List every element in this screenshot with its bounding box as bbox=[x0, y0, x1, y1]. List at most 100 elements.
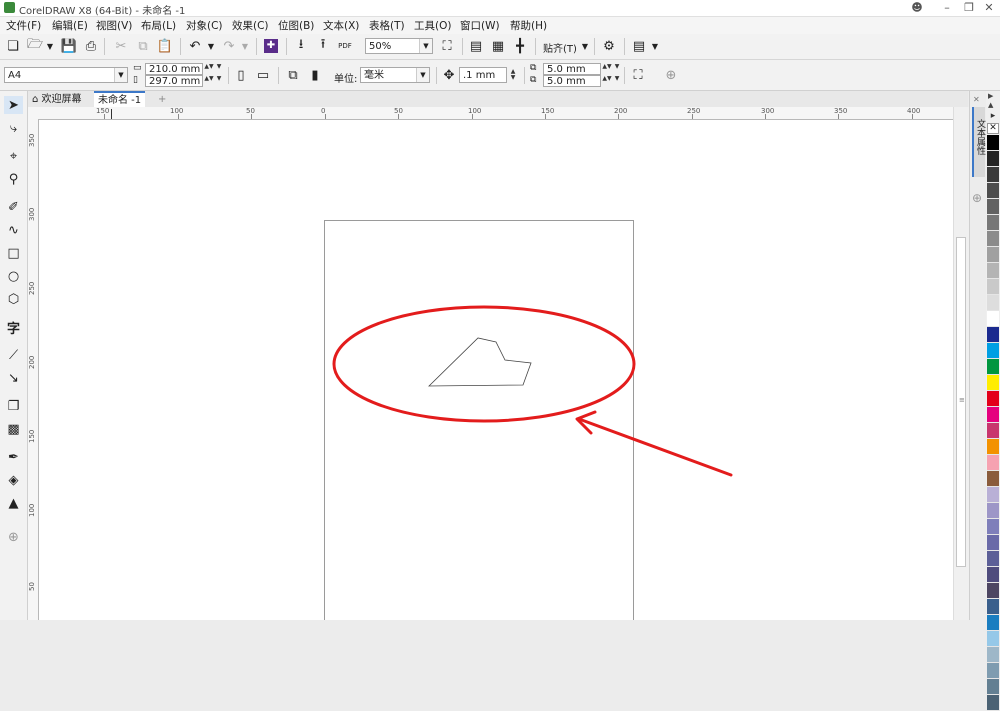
palette-scroll-icon[interactable]: ▲ bbox=[988, 101, 993, 109]
palette-swatch[interactable] bbox=[987, 247, 999, 263]
save-icon[interactable]: 💾 bbox=[60, 37, 78, 55]
palette-swatch[interactable] bbox=[987, 567, 999, 583]
menu-help[interactable]: 帮助(H) bbox=[510, 18, 547, 33]
menu-view[interactable]: 视图(V) bbox=[96, 18, 132, 33]
parallel-dimension-icon[interactable]: ⟋ bbox=[4, 346, 23, 364]
all-pages-icon[interactable]: ⧉ bbox=[284, 66, 302, 84]
palette-swatch[interactable] bbox=[987, 327, 999, 343]
text-tool-icon[interactable]: 字 bbox=[4, 318, 23, 337]
palette-swatch[interactable] bbox=[987, 135, 999, 151]
palette-swatch[interactable] bbox=[987, 503, 999, 519]
vertical-scrollbar[interactable]: ≡ bbox=[953, 107, 969, 620]
palette-swatch[interactable] bbox=[987, 359, 999, 375]
palette-swatch[interactable] bbox=[987, 391, 999, 407]
units-combo[interactable]: 毫米 ▼ bbox=[360, 67, 430, 83]
page-height-input[interactable]: 297.0 mm bbox=[145, 75, 203, 87]
snap-dropdown-icon[interactable]: ▼ bbox=[576, 37, 594, 55]
smart-fill-icon[interactable]: ▲ bbox=[4, 494, 23, 512]
scrollbar-thumb[interactable]: ≡ bbox=[956, 237, 966, 567]
new-tab-icon[interactable]: + bbox=[154, 92, 170, 107]
redo-dropdown-icon[interactable]: ▼ bbox=[236, 37, 254, 55]
crop-tool-icon[interactable]: ⌖ bbox=[4, 147, 23, 165]
connector-tool-icon[interactable]: ↘ bbox=[4, 369, 23, 387]
palette-swatch[interactable] bbox=[987, 471, 999, 487]
menu-text[interactable]: 文本(X) bbox=[323, 18, 359, 33]
dup-y-spinner[interactable]: ▲▼ bbox=[602, 76, 612, 89]
publish-pdf-icon[interactable]: PDF bbox=[336, 37, 354, 55]
palette-swatch[interactable] bbox=[987, 583, 999, 599]
menu-layout[interactable]: 布局(L) bbox=[141, 18, 176, 33]
palette-swatch[interactable] bbox=[987, 231, 999, 247]
palette-swatch[interactable] bbox=[987, 151, 999, 167]
palette-swatch[interactable] bbox=[987, 167, 999, 183]
export-icon[interactable]: ⭱ bbox=[314, 37, 332, 55]
minimize-button[interactable]: – bbox=[938, 1, 956, 15]
palette-swatch[interactable] bbox=[987, 615, 999, 631]
add-icon[interactable]: ⊕ bbox=[662, 66, 680, 84]
shape-tool-icon[interactable]: ⤷ bbox=[4, 119, 23, 137]
palette-swatch[interactable] bbox=[987, 679, 999, 695]
nudge-distance-input[interactable]: .1 mm bbox=[459, 67, 507, 83]
interactive-fill-icon[interactable]: ◈ bbox=[4, 471, 23, 489]
palette-swatch[interactable] bbox=[987, 551, 999, 567]
palette-swatch[interactable] bbox=[987, 663, 999, 679]
restore-button[interactable]: ❐ bbox=[960, 1, 978, 15]
page-size-combo[interactable]: A4 ▼ bbox=[4, 67, 128, 83]
page-setup-icon[interactable]: ⛶ bbox=[629, 66, 647, 84]
menu-effects[interactable]: 效果(C) bbox=[232, 18, 269, 33]
palette-swatch[interactable] bbox=[987, 279, 999, 295]
palette-swatch[interactable] bbox=[987, 695, 999, 711]
transparency-icon[interactable]: ▩ bbox=[4, 420, 23, 438]
menu-table[interactable]: 表格(T) bbox=[369, 18, 405, 33]
full-screen-icon[interactable]: ⛶ bbox=[438, 37, 456, 55]
palette-swatch[interactable] bbox=[987, 295, 999, 311]
menu-object[interactable]: 对象(C) bbox=[186, 18, 223, 33]
copy-icon[interactable]: ⧉ bbox=[134, 37, 152, 55]
palette-swatch[interactable] bbox=[987, 519, 999, 535]
portrait-icon[interactable]: ▯ bbox=[232, 66, 250, 84]
height-spinner[interactable]: ▲▼ bbox=[204, 76, 214, 89]
pick-tool-icon[interactable]: ➤ bbox=[4, 96, 23, 114]
palette-scroll-up-icon[interactable]: ▶ bbox=[988, 92, 993, 100]
tab-untitled-1[interactable]: 未命名 -1 bbox=[94, 91, 146, 108]
snap-to-button[interactable]: 贴齐(T) bbox=[543, 40, 577, 55]
duplicate-y-input[interactable]: 5.0 mm bbox=[543, 75, 601, 87]
open-dropdown-icon[interactable]: ▼ bbox=[41, 37, 59, 55]
no-color-swatch[interactable]: ✕ bbox=[987, 123, 999, 134]
drop-shadow-icon[interactable]: ❐ bbox=[4, 397, 23, 415]
menu-window[interactable]: 窗口(W) bbox=[460, 18, 500, 33]
docker-add-icon[interactable]: ⊕ bbox=[972, 191, 982, 205]
freehand-tool-icon[interactable]: ✐ bbox=[4, 198, 23, 216]
palette-swatch[interactable] bbox=[987, 647, 999, 663]
palette-swatch[interactable] bbox=[987, 535, 999, 551]
add-tool-icon[interactable]: ⊕ bbox=[4, 528, 23, 546]
height-spinner-alt[interactable]: ▼ bbox=[214, 76, 224, 89]
palette-swatch[interactable] bbox=[987, 311, 999, 327]
palette-swatch[interactable] bbox=[987, 487, 999, 503]
show-rulers-icon[interactable]: ▤ bbox=[467, 37, 485, 55]
palette-swatch[interactable] bbox=[987, 343, 999, 359]
import-icon[interactable]: ⭳ bbox=[292, 37, 310, 55]
palette-swatch[interactable] bbox=[987, 199, 999, 215]
nudge-spinner[interactable]: ▲ ▼ bbox=[508, 69, 518, 82]
palette-swatch[interactable] bbox=[987, 183, 999, 199]
palette-swatch[interactable] bbox=[987, 375, 999, 391]
horizontal-ruler[interactable]: 150 100 50 0 50 100 150 200 250 300 350 … bbox=[38, 107, 953, 120]
page-width-input[interactable]: 210.0 mm bbox=[145, 63, 203, 75]
account-icon[interactable]: ☻ bbox=[908, 1, 926, 15]
docker-tab-text-properties[interactable]: 文本属性 bbox=[972, 107, 985, 177]
tab-welcome-screen[interactable]: ⌂ 欢迎屏幕 bbox=[28, 92, 86, 107]
palette-swatch[interactable] bbox=[987, 215, 999, 231]
launcher-dropdown-icon[interactable]: ▼ bbox=[646, 37, 664, 55]
print-icon[interactable]: ⎙ bbox=[82, 37, 100, 55]
palette-swatch[interactable] bbox=[987, 631, 999, 647]
eyedropper-icon[interactable]: ✒ bbox=[4, 448, 23, 466]
duplicate-x-input[interactable]: 5.0 mm bbox=[543, 63, 601, 75]
paste-icon[interactable]: 📋 bbox=[156, 37, 174, 55]
close-button[interactable]: ✕ bbox=[980, 1, 998, 15]
menu-tools[interactable]: 工具(O) bbox=[414, 18, 451, 33]
menu-edit[interactable]: 编辑(E) bbox=[52, 18, 88, 33]
palette-menu-icon[interactable]: ▸ bbox=[987, 111, 999, 121]
palette-swatch[interactable] bbox=[987, 439, 999, 455]
current-page-icon[interactable]: ▮ bbox=[306, 66, 324, 84]
